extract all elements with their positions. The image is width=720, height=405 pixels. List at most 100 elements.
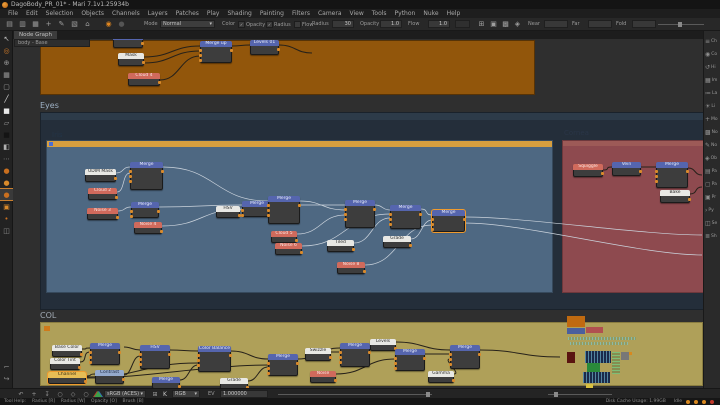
checkbox-icon[interactable]: ✓ [238, 21, 245, 28]
menu-tools[interactable]: Tools [368, 10, 391, 17]
zoom-tool[interactable]: ⊕ [0, 57, 13, 68]
palette-modo[interactable]: +Mo [704, 113, 720, 125]
mari-window: DagoBody_PR_01* - Mari 7.1v1.25934b File… [0, 0, 720, 405]
projection-icon[interactable]: ⊞ [476, 19, 487, 29]
menu-view[interactable]: View [346, 10, 368, 17]
far-field[interactable] [588, 20, 612, 28]
colorspace-dropdown[interactable]: sRGB (ACES)▾ [104, 390, 146, 398]
foreground-swatch[interactable]: ■ [0, 105, 13, 116]
check-radius[interactable]: ✓Radius [266, 21, 291, 28]
paint-through-tool[interactable]: ● [0, 165, 13, 176]
paint-buffer-icon[interactable]: ▩ [500, 19, 511, 29]
palette-channels[interactable]: ≡Ch [704, 35, 720, 47]
eraser-tool[interactable]: ▣ [0, 201, 13, 212]
marquee-select-tool[interactable]: ▦ [0, 69, 13, 80]
gradient-tool[interactable]: ◧ [0, 141, 13, 152]
main-toolbar: Mode Normal▾ Color ✓Opacity✓RadiusFlow R… [0, 18, 720, 31]
symmetry-icon[interactable]: ◈ [512, 19, 523, 29]
tool-options[interactable]: ⋯ [0, 153, 13, 164]
breadcrumb[interactable]: body - Base [14, 39, 90, 47]
palette-python[interactable]: ›Py [704, 204, 720, 216]
shape-tool[interactable]: ▱ [0, 117, 13, 128]
save-project-icon[interactable]: ▦ [30, 19, 41, 29]
target-icon[interactable]: ◉ [103, 19, 114, 29]
pixel-tool[interactable]: • [0, 213, 13, 224]
flow-field[interactable]: 1.0 [428, 20, 450, 28]
menu-layers[interactable]: Layers [144, 10, 172, 17]
palette-objects[interactable]: ◈Ob [704, 152, 720, 164]
circle-icon[interactable]: ○ [55, 390, 65, 398]
ring-icon[interactable]: ○ [81, 390, 91, 398]
menu-selection[interactable]: Selection [42, 10, 78, 17]
near-field[interactable] [544, 20, 568, 28]
mask-preview-icon[interactable]: ▣ [488, 19, 499, 29]
move-icon[interactable]: + [29, 390, 39, 398]
menu-help[interactable]: Help [443, 10, 465, 17]
slerp-tool[interactable]: ◫ [0, 225, 13, 236]
paint-icon[interactable]: ✎ [56, 19, 67, 29]
select-tool[interactable]: ↖ [0, 33, 13, 44]
palette-patches[interactable]: ▢Pa [704, 178, 720, 190]
palette-colors[interactable]: ◉Co [704, 48, 720, 60]
palette-layers[interactable]: ≔La [704, 87, 720, 99]
new-project-icon[interactable]: ▤ [4, 19, 15, 29]
toolbar-slider[interactable] [658, 24, 704, 25]
menu-channels[interactable]: Channels [108, 10, 144, 17]
palette-notes[interactable]: ✎No [704, 139, 720, 151]
paint-brush-tool[interactable]: ╱ [0, 93, 13, 104]
near-label: Near [528, 21, 540, 27]
fold-field[interactable] [632, 20, 656, 28]
undo-icon[interactable]: ↶ [16, 390, 26, 398]
menu-shading[interactable]: Shading [223, 10, 255, 17]
exposure-slider[interactable] [278, 394, 432, 395]
palette-image-manager[interactable]: ▦Im [704, 74, 720, 86]
clipboard-icon[interactable]: ▧ [69, 19, 80, 29]
open-project-icon[interactable]: ▥ [17, 19, 28, 29]
redo-icon[interactable]: ↪ [0, 373, 13, 384]
menu-edit[interactable]: Edit [22, 10, 42, 17]
opacity-field[interactable]: 1.0 [380, 20, 402, 28]
palette-projectors[interactable]: ▣Pr [704, 191, 720, 203]
clone-stamp-tool[interactable]: ● [0, 189, 13, 200]
palette-paint-buffer[interactable]: ▤Pa [704, 165, 720, 177]
menu-nuke[interactable]: Nuke [419, 10, 442, 17]
smear-tool[interactable]: ● [0, 177, 13, 188]
color-triangle-icon[interactable] [94, 391, 102, 397]
tab-node-graph[interactable]: Node Graph [14, 31, 57, 39]
radius-field[interactable]: 30 [332, 20, 354, 28]
add-channel-icon[interactable]: + [43, 19, 54, 29]
palette-node-properties[interactable]: ▩No [704, 126, 720, 138]
checkbox-icon[interactable]: ✓ [266, 21, 273, 28]
menu-python[interactable]: Python [391, 10, 420, 17]
diamond-icon[interactable]: ◇ [68, 390, 78, 398]
drop-icon[interactable]: ↧ [42, 390, 52, 398]
background-swatch[interactable]: ■ [0, 129, 13, 140]
menu-patches[interactable]: Patches [172, 10, 203, 17]
menu-file[interactable]: File [4, 10, 22, 17]
menu-objects[interactable]: Objects [77, 10, 108, 17]
node-graph-canvas[interactable]: Eyes Iris Cornea COL MergeMaskCloud 4Mer… [13, 39, 703, 388]
check-opacity[interactable]: ✓Opacity [238, 21, 265, 28]
palette-history[interactable]: ↺Hi [704, 61, 720, 73]
transform-tool[interactable]: ▢ [0, 81, 13, 92]
channel-dropdown[interactable]: RGB▾ [172, 390, 200, 398]
menu-play[interactable]: Play [203, 10, 224, 17]
mode-dropdown[interactable]: Normal▾ [160, 20, 215, 28]
sphere-icon[interactable]: ● [116, 19, 127, 29]
home-camera-icon[interactable]: ⌂ [82, 19, 93, 29]
menu-camera[interactable]: Camera [314, 10, 346, 17]
swap-icon[interactable]: ⊞ [150, 390, 160, 398]
checkbox-icon[interactable] [294, 21, 301, 28]
gamma-slider[interactable] [548, 394, 612, 395]
palette-lights[interactable]: ☀Li [704, 100, 720, 112]
check-flow[interactable]: Flow [294, 21, 313, 28]
palette-selection[interactable]: ◫Se [704, 217, 720, 229]
orange-swatch [567, 316, 585, 327]
history-icon[interactable]: ⌐ [0, 361, 13, 372]
menu-painting[interactable]: Painting [256, 10, 288, 17]
lut-curve-icon[interactable]: K [160, 390, 170, 398]
ev-field[interactable]: 1.000000 [220, 390, 268, 398]
palette-shelf[interactable]: ≣Sh [704, 230, 720, 242]
transform-paint-target-tool[interactable]: ◎ [0, 45, 13, 56]
menu-filters[interactable]: Filters [288, 10, 314, 17]
